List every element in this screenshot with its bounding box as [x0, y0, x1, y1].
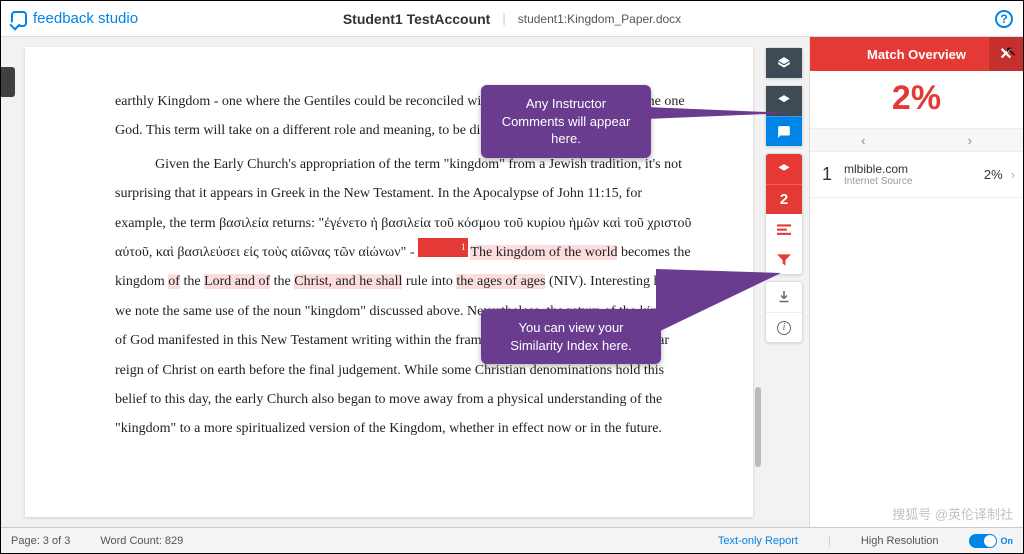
sidebar-header: Match Overview ✕: [810, 37, 1023, 71]
brand-logo: feedback studio: [11, 10, 138, 27]
similarity-score-button[interactable]: 2: [766, 184, 802, 214]
top-bar: feedback studio Student1 TestAccount | s…: [1, 1, 1023, 37]
similarity-group: 2: [765, 153, 803, 275]
similarity-layers-button[interactable]: [766, 154, 802, 184]
active-layers-group: [765, 47, 803, 79]
text-only-link[interactable]: Text-only Report: [718, 535, 798, 547]
layers-button[interactable]: [766, 48, 802, 78]
match-site: mlbible.com: [844, 162, 976, 176]
nav-handle[interactable]: [1, 67, 15, 97]
match-nav: ‹ ›: [810, 128, 1023, 152]
bottom-bar: Page: 3 of 3 Word Count: 829 Text-only R…: [1, 527, 1023, 553]
source-badge[interactable]: 1: [418, 238, 469, 257]
file-name: student1:Kingdom_Paper.docx: [518, 12, 681, 26]
chevron-right-icon: ›: [1011, 167, 1015, 182]
watermark: 搜狐号 @英伦译制社: [892, 504, 1013, 523]
comments-button[interactable]: [766, 116, 802, 146]
paragraph-2: Given the Early Church's appropriation o…: [115, 150, 693, 444]
page-indicator: Page: 3 of 3: [11, 535, 70, 547]
highlight[interactable]: the ages of ages: [456, 274, 545, 289]
header-title: Student1 TestAccount | student1:Kingdom_…: [343, 11, 681, 27]
highlight[interactable]: The kingdom of the world: [470, 245, 617, 260]
word-count: Word Count: 829: [100, 535, 183, 547]
callout-comments: Any Instructor Comments will appear here…: [481, 85, 651, 158]
brand-text: feedback studio: [33, 10, 138, 27]
prev-match-button[interactable]: ‹: [810, 129, 917, 151]
match-percent: 2%: [984, 167, 1003, 182]
document-area: earthly Kingdom - one where the Gentiles…: [1, 37, 809, 527]
all-sources-button[interactable]: [766, 214, 802, 244]
high-res-toggle[interactable]: On: [969, 534, 1014, 548]
match-info: mlbible.com Internet Source: [844, 162, 976, 187]
high-res-label: High Resolution: [861, 535, 939, 547]
similarity-percent: 2%: [810, 71, 1023, 128]
highlight[interactable]: of: [168, 274, 180, 289]
feedback-icon: [11, 11, 27, 27]
main-area: earthly Kingdom - one where the Gentiles…: [1, 37, 1023, 527]
match-row[interactable]: 1 mlbible.com Internet Source 2% ›: [810, 152, 1023, 198]
match-sidebar: Match Overview ✕ 2% ‹ › 1 mlbible.com In…: [809, 37, 1023, 527]
help-icon[interactable]: ?: [995, 10, 1013, 28]
match-type: Internet Source: [844, 176, 976, 187]
highlight[interactable]: Lord and of: [204, 274, 270, 289]
highlight[interactable]: Christ, and he shall: [294, 274, 402, 289]
match-number: 1: [818, 164, 836, 185]
student-name: Student1 TestAccount: [343, 11, 491, 27]
scrollbar-thumb[interactable]: [755, 387, 761, 467]
next-match-button[interactable]: ›: [917, 129, 1024, 151]
callout-similarity: You can view your Similarity Index here.: [481, 309, 661, 364]
close-button[interactable]: ✕: [989, 37, 1023, 71]
